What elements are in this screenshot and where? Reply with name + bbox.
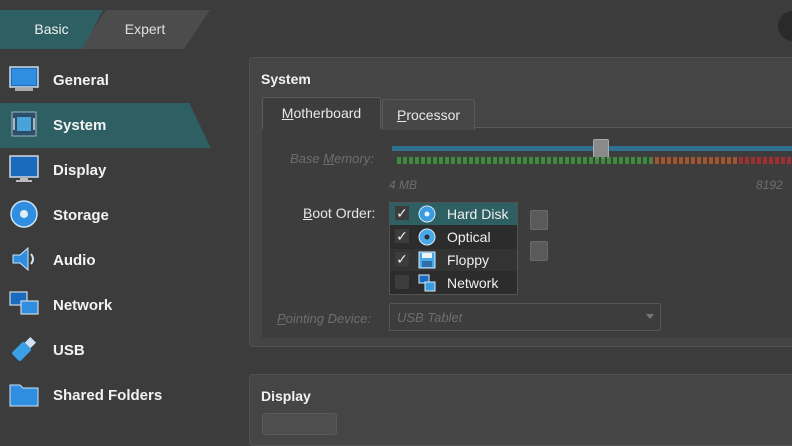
sidebar-item-label: Shared Folders: [53, 387, 163, 404]
boot-item-label: Hard Disk: [447, 206, 509, 222]
move-down-button[interactable]: [530, 241, 548, 261]
sidebar-item-shared-folders[interactable]: Shared Folders: [0, 373, 215, 418]
boot-item-floppy[interactable]: ✓ Floppy: [390, 249, 517, 271]
floppy-icon: [418, 251, 436, 269]
general-icon: [9, 66, 39, 91]
display-tab[interactable]: [262, 413, 337, 435]
sidebar-item-audio[interactable]: Audio: [0, 238, 215, 283]
monitor-icon: [9, 155, 39, 182]
sidebar-item-label: Display: [53, 162, 107, 179]
boot-item-hard-disk[interactable]: ✓ Hard Disk: [390, 203, 517, 225]
sidebar-item-label: Audio: [53, 252, 96, 269]
base-memory-slider-handle[interactable]: [593, 139, 609, 159]
boot-checkbox[interactable]: ✓: [395, 229, 409, 243]
disk-icon: [10, 200, 38, 228]
hard-disk-icon: [418, 205, 436, 223]
network-boot-icon: [418, 274, 436, 292]
boot-item-optical[interactable]: ✓ Optical: [390, 226, 517, 248]
move-up-button[interactable]: [530, 210, 548, 230]
sidebar-item-general[interactable]: General: [0, 58, 215, 103]
boot-item-label: Optical: [447, 229, 491, 245]
boot-item-label: Floppy: [447, 252, 490, 268]
boot-item-network[interactable]: Network: [390, 272, 517, 294]
sidebar-item-label: Network: [53, 297, 113, 314]
panel-title: Display: [261, 388, 311, 404]
folder-icon: [9, 384, 39, 407]
sidebar-item-label: Storage: [53, 207, 109, 224]
boot-checkbox[interactable]: [395, 275, 409, 289]
tab-motherboard[interactable]: Motherboard: [262, 97, 381, 129]
chevron-down-icon: [646, 314, 654, 319]
mode-tabs: Expert Basic: [0, 10, 210, 49]
sidebar: General System Display Storage Audio Net…: [0, 58, 215, 418]
boot-order-list[interactable]: ✓ Hard Disk ✓ Optical ✓ Floppy Network: [389, 202, 518, 295]
boot-order-label: Boot Order:: [303, 205, 376, 221]
speaker-icon: [12, 246, 34, 272]
sidebar-item-usb[interactable]: USB: [0, 328, 215, 373]
base-memory-slider[interactable]: [392, 146, 792, 151]
boot-item-label: Network: [447, 275, 499, 291]
display-panel: Display: [249, 374, 792, 446]
tab-processor[interactable]: Processor: [382, 99, 475, 130]
memory-min-label: 4 MB: [389, 178, 418, 192]
boot-checkbox[interactable]: ✓: [395, 252, 409, 266]
usb-icon: [12, 336, 37, 361]
base-memory-label: Base Memory:: [290, 151, 374, 166]
sidebar-item-label: System: [53, 117, 107, 134]
sidebar-item-system[interactable]: System: [0, 103, 211, 148]
sidebar-item-storage[interactable]: Storage: [0, 193, 215, 238]
boot-checkbox[interactable]: ✓: [395, 206, 409, 220]
network-icon: [9, 291, 39, 315]
chip-icon: [11, 111, 37, 137]
sidebar-item-label: USB: [53, 342, 85, 359]
optical-disc-icon: [418, 228, 436, 246]
memory-level-meter: [397, 157, 792, 164]
panel-title: System: [261, 71, 311, 87]
pointing-device-value: USB Tablet: [397, 310, 463, 325]
sidebar-item-network[interactable]: Network: [0, 283, 215, 328]
sidebar-item-display[interactable]: Display: [0, 148, 215, 193]
memory-max-label: 8192: [756, 178, 783, 192]
help-button[interactable]: [778, 11, 792, 41]
sidebar-item-label: General: [53, 72, 109, 89]
pointing-device-select[interactable]: USB Tablet: [389, 303, 661, 331]
pointing-device-label: Pointing Device:: [277, 311, 371, 326]
